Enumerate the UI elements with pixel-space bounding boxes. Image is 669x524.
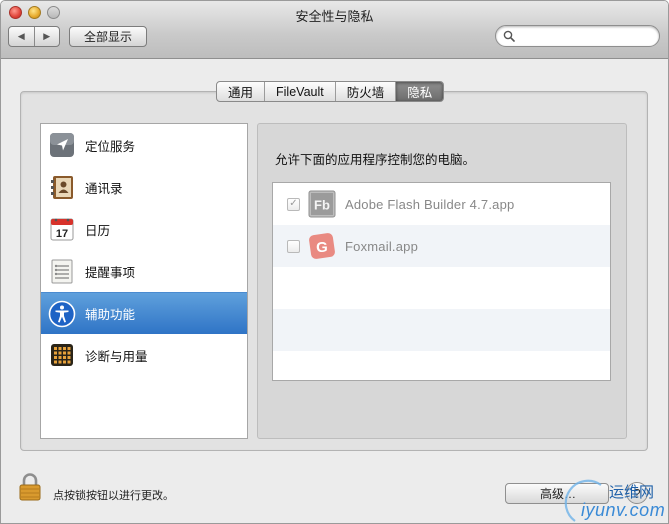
- tab-firewall[interactable]: 防火墙: [336, 82, 397, 101]
- title-bar: 安全性与隐私 ◀ ▶ 全部显示: [1, 1, 668, 59]
- search-field[interactable]: [495, 25, 660, 47]
- watermark-bottom-text: iyunv.com: [581, 500, 666, 520]
- preferences-window: 安全性与隐私 ◀ ▶ 全部显示 通用 FileVault 防火墙 隐私 定位服务…: [0, 0, 669, 524]
- lock-icon[interactable]: [18, 472, 42, 502]
- list-item: [273, 309, 610, 351]
- sidebar-item-contacts[interactable]: 通讯录: [41, 166, 247, 208]
- sidebar-item-label: 辅助功能: [85, 308, 136, 322]
- sidebar-item-location-services[interactable]: 定位服务: [41, 124, 247, 166]
- list-item: ✓ Fb Adobe Flash Builder 4.7.app: [273, 183, 610, 225]
- sidebar-item-calendar[interactable]: 17 日历: [41, 208, 247, 250]
- app-list: ✓ Fb Adobe Flash Builder 4.7.app G Foxma…: [272, 182, 611, 381]
- app-checkbox[interactable]: ✓: [287, 197, 300, 211]
- allow-apps-description: 允许下面的应用程序控制您的电脑。: [275, 153, 476, 167]
- list-item: [273, 351, 610, 380]
- tab-privacy[interactable]: 隐私: [396, 82, 444, 101]
- diagnostics-icon: [48, 341, 76, 369]
- reminders-icon: [48, 257, 76, 285]
- calendar-day-number: 17: [56, 228, 68, 240]
- list-item: G Foxmail.app: [273, 225, 610, 267]
- show-all-button[interactable]: 全部显示: [69, 26, 147, 47]
- foxmail-icon-text: G: [316, 239, 328, 256]
- flash-builder-icon: Fb: [308, 190, 336, 218]
- watermark: 运维网 iyunv.com: [561, 475, 668, 523]
- sidebar-item-label: 定位服务: [85, 139, 136, 154]
- foxmail-icon: G: [308, 232, 336, 260]
- location-arrow-icon: [48, 131, 76, 159]
- tab-general[interactable]: 通用: [217, 82, 266, 101]
- sidebar-item-label: 通讯录: [85, 181, 123, 196]
- back-button[interactable]: ◀: [9, 27, 35, 46]
- back-forward-control: ◀ ▶: [8, 26, 60, 47]
- app-checkbox[interactable]: [287, 239, 300, 253]
- tab-filevault[interactable]: FileVault: [265, 82, 336, 101]
- calendar-icon: 17: [48, 215, 76, 243]
- watermark-top-text: 运维网: [609, 484, 655, 501]
- flash-builder-icon-text: Fb: [314, 198, 330, 213]
- lock-hint-text: 点按锁按钮以进行更改。: [53, 490, 174, 502]
- list-item: [273, 267, 610, 309]
- forward-button[interactable]: ▶: [35, 27, 60, 46]
- sidebar-item-label: 日历: [85, 223, 111, 238]
- sidebar-item-accessibility[interactable]: 辅助功能: [41, 292, 247, 334]
- accessibility-icon: [48, 300, 76, 328]
- sidebar-item-label: 诊断与用量: [85, 349, 148, 364]
- window-title: 安全性与隐私: [295, 9, 374, 24]
- sidebar-item-reminders[interactable]: 提醒事项: [41, 250, 247, 292]
- search-icon: [503, 30, 515, 42]
- tab-bar: 通用 FileVault 防火墙 隐私: [216, 81, 445, 102]
- sidebar-item-label: 提醒事项: [85, 265, 136, 280]
- privacy-category-list: 定位服务 通讯录 17 日历 提醒事项 辅助功能 诊断与用量: [40, 123, 248, 439]
- app-name: Adobe Flash Builder 4.7.app: [345, 196, 515, 212]
- contacts-icon: [48, 173, 76, 201]
- sidebar-item-diagnostics[interactable]: 诊断与用量: [41, 334, 247, 376]
- app-name: Foxmail.app: [345, 238, 419, 254]
